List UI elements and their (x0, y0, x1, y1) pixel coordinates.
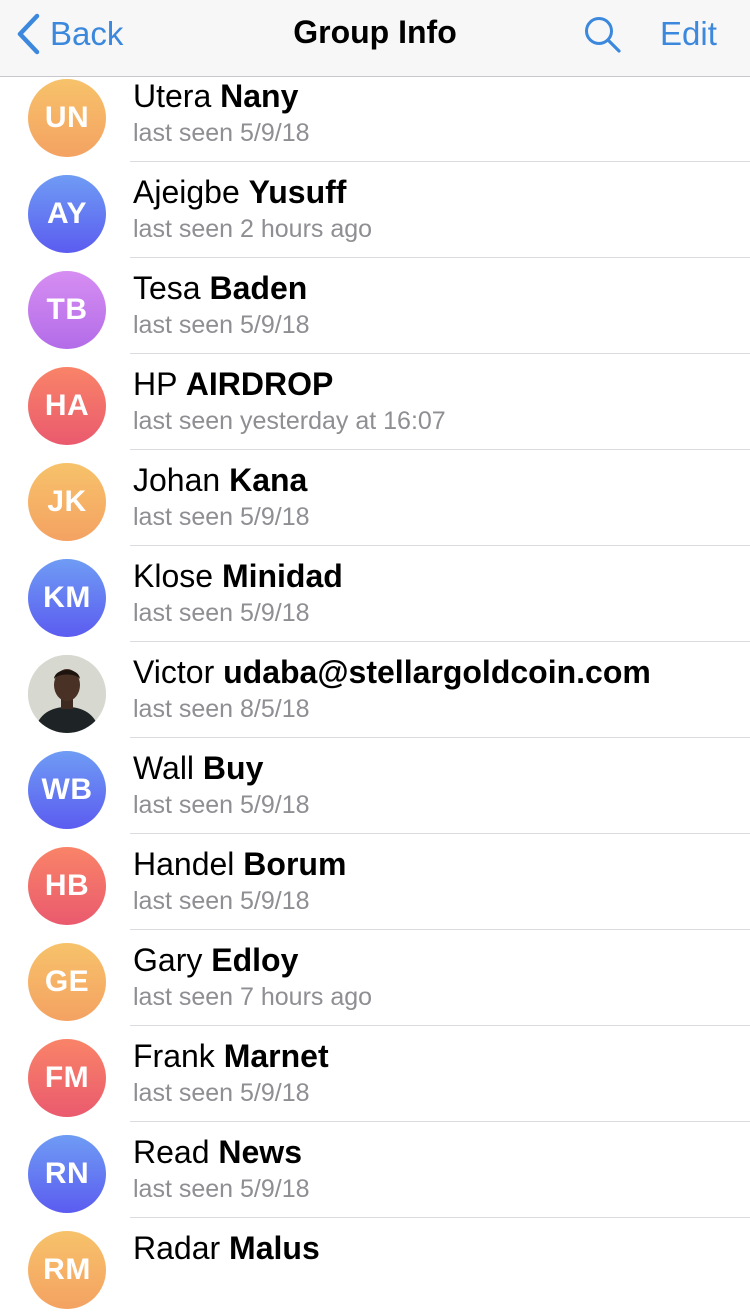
avatar: TB (28, 271, 106, 349)
member-last-name: Buy (202, 750, 264, 786)
member-row[interactable]: KM Klose Minidad last seen 5/9/18 (0, 546, 750, 642)
member-status: last seen yesterday at 16:07 (133, 407, 446, 435)
member-first-name: Utera (133, 78, 212, 114)
back-button[interactable]: Back (16, 12, 123, 56)
member-status: last seen 5/9/18 (133, 791, 310, 819)
avatar: HB (28, 847, 106, 925)
member-row[interactable]: FM Frank Marnet last seen 5/9/18 (0, 1026, 750, 1122)
member-status: last seen 5/9/18 (133, 887, 310, 915)
member-row[interactable]: RN Read News last seen 5/9/18 (0, 1122, 750, 1218)
member-last-name: AIRDROP (185, 366, 334, 402)
member-status: last seen 5/9/18 (133, 599, 310, 627)
member-row[interactable]: GE Gary Edloy last seen 7 hours ago (0, 930, 750, 1026)
person-photo-icon (28, 655, 106, 733)
member-row[interactable]: RM Radar Malus (0, 1218, 750, 1314)
member-row[interactable]: TB Tesa Baden last seen 5/9/18 (0, 258, 750, 354)
member-first-name: Wall (133, 750, 195, 786)
member-last-name: Edloy (211, 942, 299, 978)
member-status: last seen 5/9/18 (133, 1079, 310, 1107)
avatar: WB (28, 751, 106, 829)
avatar: HA (28, 367, 106, 445)
member-row[interactable]: HB Handel Borum last seen 5/9/18 (0, 834, 750, 930)
avatar: JK (28, 463, 106, 541)
member-last-name: Marnet (223, 1038, 329, 1074)
member-name: Gary Edloy (133, 942, 298, 979)
member-status: last seen 2 hours ago (133, 215, 373, 243)
avatar: UN (28, 79, 106, 157)
back-label: Back (50, 15, 124, 52)
member-first-name: HP (133, 366, 177, 402)
member-list: UN Utera Nany last seen 5/9/18 AY Ajeigb… (0, 66, 750, 1314)
member-name: Utera Nany (133, 78, 298, 115)
avatar: RM (28, 1231, 106, 1309)
member-first-name: Radar (133, 1230, 221, 1266)
search-button[interactable] (583, 15, 623, 55)
member-first-name: Ajeigbe (133, 174, 240, 210)
member-row[interactable]: AY Ajeigbe Yusuff last seen 2 hours ago (0, 162, 750, 258)
member-status: last seen 5/9/18 (133, 119, 310, 147)
member-row[interactable]: JK Johan Kana last seen 5/9/18 (0, 450, 750, 546)
member-row[interactable]: HA HP AIRDROP last seen yesterday at 16:… (0, 354, 750, 450)
member-last-name: Nany (220, 78, 299, 114)
member-status: last seen 7 hours ago (133, 983, 373, 1011)
member-name: Ajeigbe Yusuff (133, 174, 346, 211)
member-name: Victor udaba@stellargoldcoin.com (133, 654, 651, 691)
member-last-name: Baden (209, 270, 308, 306)
member-last-name: Malus (229, 1230, 320, 1266)
member-last-name: Minidad (221, 558, 343, 594)
member-status: last seen 8/5/18 (133, 695, 310, 723)
member-name: Wall Buy (133, 750, 263, 787)
member-first-name: Read (133, 1134, 210, 1170)
member-last-name: udaba@stellargoldcoin.com (223, 654, 651, 690)
member-row[interactable]: WB Wall Buy last seen 5/9/18 (0, 738, 750, 834)
member-name: Radar Malus (133, 1230, 320, 1267)
member-first-name: Tesa (133, 270, 201, 306)
member-first-name: Klose (133, 558, 214, 594)
member-name: Tesa Baden (133, 270, 307, 307)
member-name: Read News (133, 1134, 302, 1171)
navigation-bar: Back Group Info Edit (0, 0, 750, 77)
avatar: GE (28, 943, 106, 1021)
avatar: KM (28, 559, 106, 637)
avatar: AY (28, 175, 106, 253)
member-first-name: Victor (133, 654, 215, 690)
member-last-name: Yusuff (248, 174, 347, 210)
member-status: last seen 5/9/18 (133, 503, 310, 531)
member-name: HP AIRDROP (133, 366, 333, 403)
edit-button[interactable]: Edit (660, 15, 717, 53)
member-last-name: Kana (229, 462, 308, 498)
avatar: RN (28, 1135, 106, 1213)
member-status: last seen 5/9/18 (133, 1175, 310, 1203)
member-name: Klose Minidad (133, 558, 343, 595)
member-first-name: Gary (133, 942, 203, 978)
member-name: Frank Marnet (133, 1038, 329, 1075)
search-icon (585, 17, 621, 53)
member-first-name: Frank (133, 1038, 215, 1074)
chevron-left-icon (17, 13, 40, 55)
member-row[interactable]: Victor udaba@stellargoldcoin.com last se… (0, 642, 750, 738)
member-last-name: News (218, 1134, 302, 1170)
member-name: Johan Kana (133, 462, 307, 499)
avatar: FM (28, 1039, 106, 1117)
member-first-name: Handel (133, 846, 235, 882)
avatar-photo (28, 655, 106, 733)
member-status: last seen 5/9/18 (133, 311, 310, 339)
member-row[interactable]: UN Utera Nany last seen 5/9/18 (0, 66, 750, 162)
member-first-name: Johan (133, 462, 221, 498)
member-name: Handel Borum (133, 846, 346, 883)
member-last-name: Borum (243, 846, 347, 882)
